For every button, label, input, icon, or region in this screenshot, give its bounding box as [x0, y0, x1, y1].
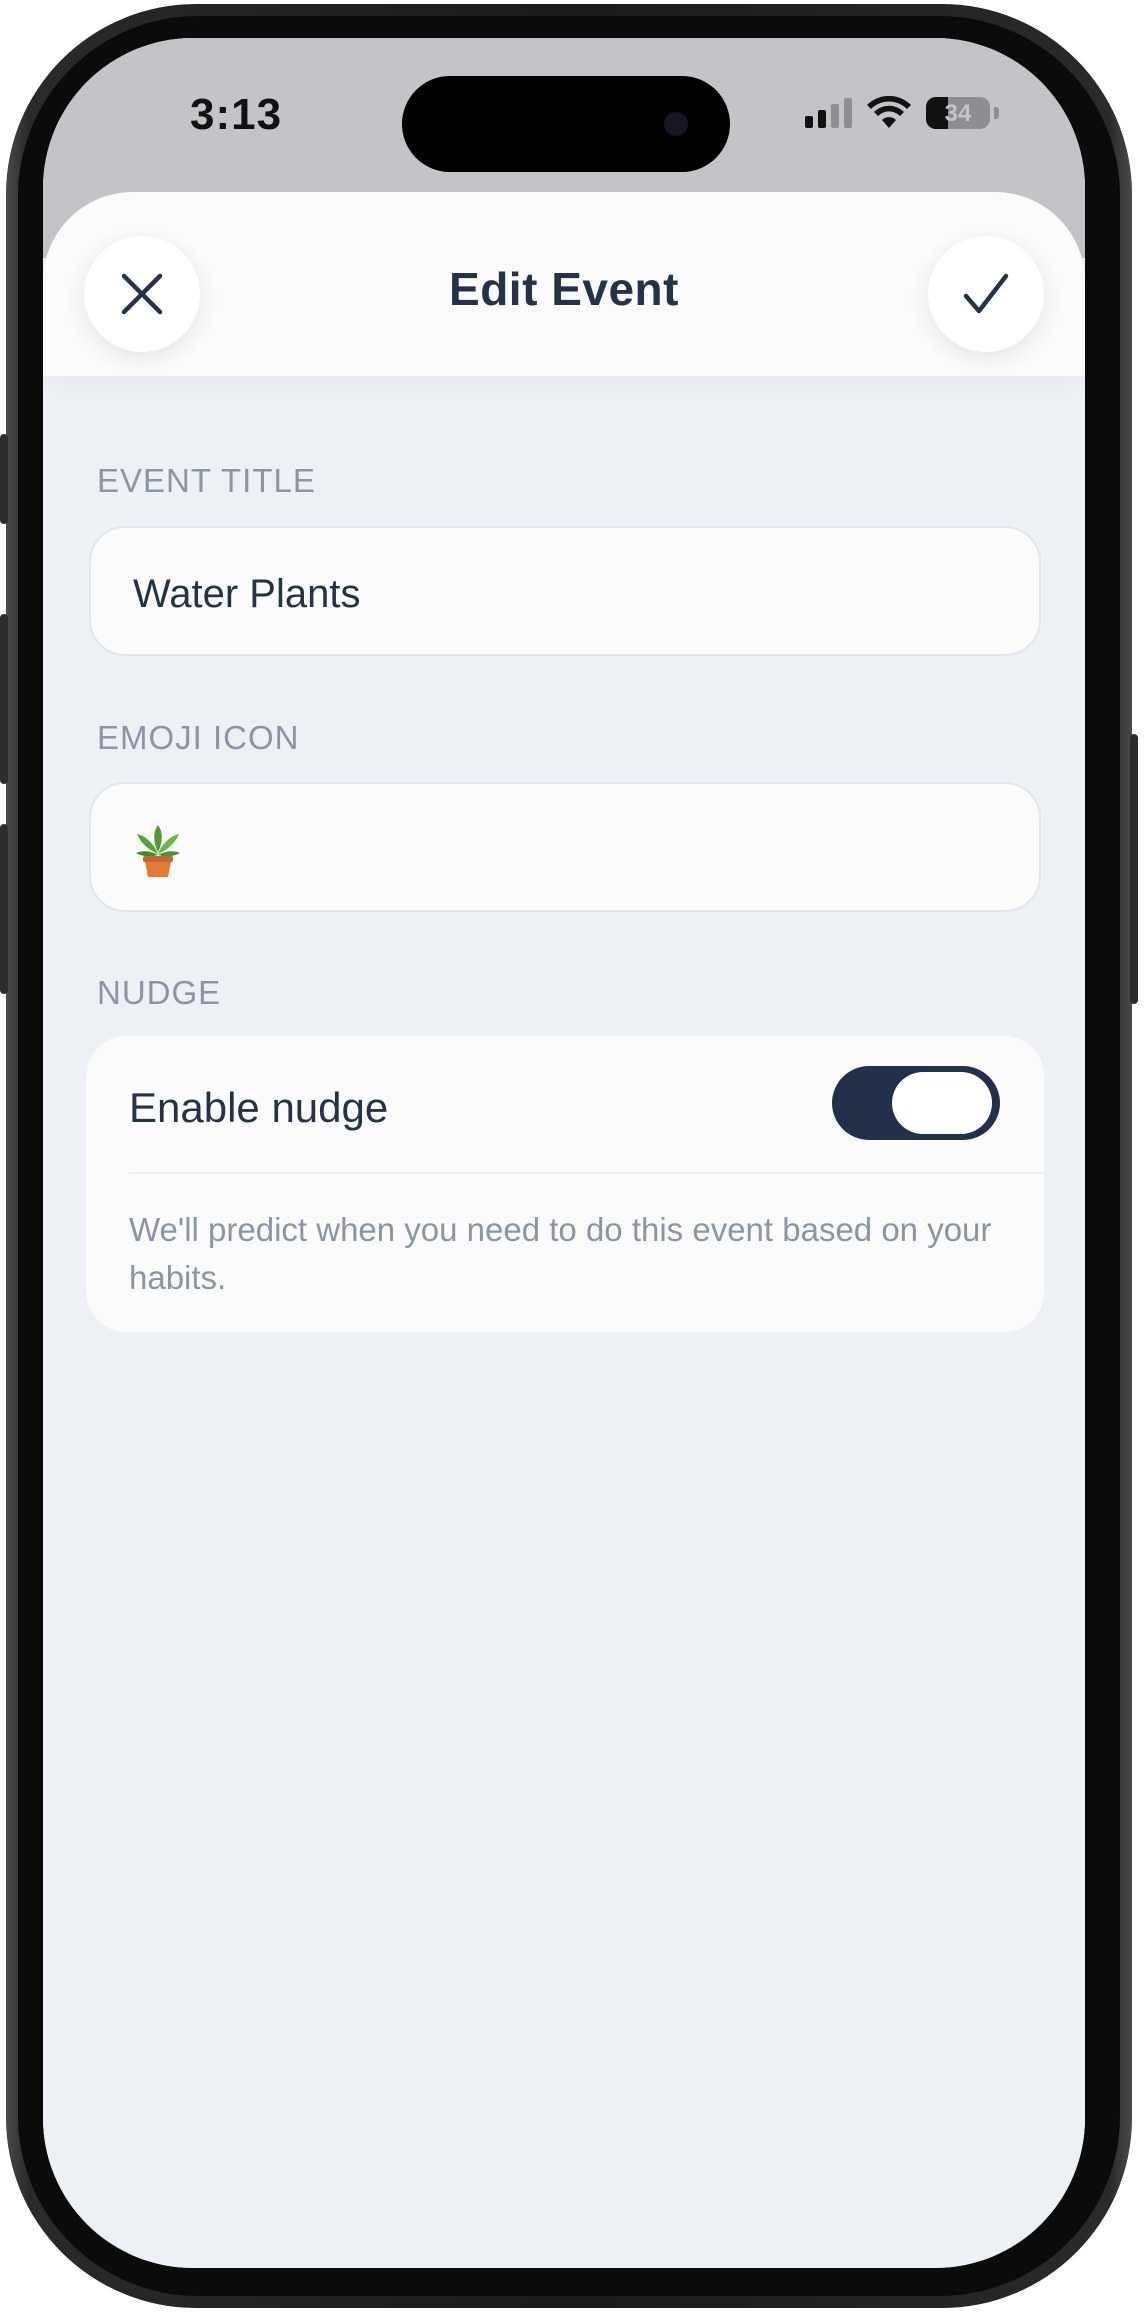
screen: 3:13 34 Edit Event EVENT TITLE Water Pla… — [43, 38, 1085, 2268]
enable-nudge-toggle[interactable] — [832, 1066, 1000, 1140]
emoji-icon-label: EMOJI ICON — [97, 719, 300, 756]
nudge-description: We'll predict when you need to do this e… — [129, 1211, 992, 1296]
event-title-label: EVENT TITLE — [97, 462, 316, 499]
cellular-signal-icon — [805, 98, 852, 128]
nudge-section-label: NUDGE — [97, 974, 222, 1011]
status-time: 3:13 — [190, 90, 283, 139]
wifi-icon — [867, 96, 911, 128]
nudge-card: Enable nudge We'll predict when you need… — [86, 1036, 1044, 1332]
event-title-input[interactable]: Water Plants — [89, 526, 1041, 656]
power-button — [1130, 734, 1138, 1004]
event-title-value: Water Plants — [133, 572, 361, 616]
battery-cap — [994, 107, 999, 119]
battery-level: 34 — [944, 100, 972, 127]
front-camera — [664, 112, 688, 136]
battery-icon: 34 — [926, 97, 990, 129]
action-button — [0, 434, 8, 524]
volume-up-button — [0, 614, 8, 784]
status-icons: 34 — [805, 96, 999, 130]
toggle-knob — [892, 1072, 992, 1134]
save-button[interactable] — [928, 236, 1044, 352]
checkmark-icon — [963, 273, 1009, 314]
potted-plant-emoji-icon — [136, 825, 180, 877]
divider — [129, 1172, 1044, 1174]
edit-event-sheet: Edit Event EVENT TITLE Water Plants EMOJ… — [43, 192, 1085, 2268]
enable-nudge-label: Enable nudge — [129, 1084, 389, 1131]
volume-down-button — [0, 824, 8, 994]
emoji-icon-input[interactable] — [89, 782, 1041, 912]
dynamic-island — [402, 76, 730, 172]
sheet-header: Edit Event — [43, 192, 1085, 376]
